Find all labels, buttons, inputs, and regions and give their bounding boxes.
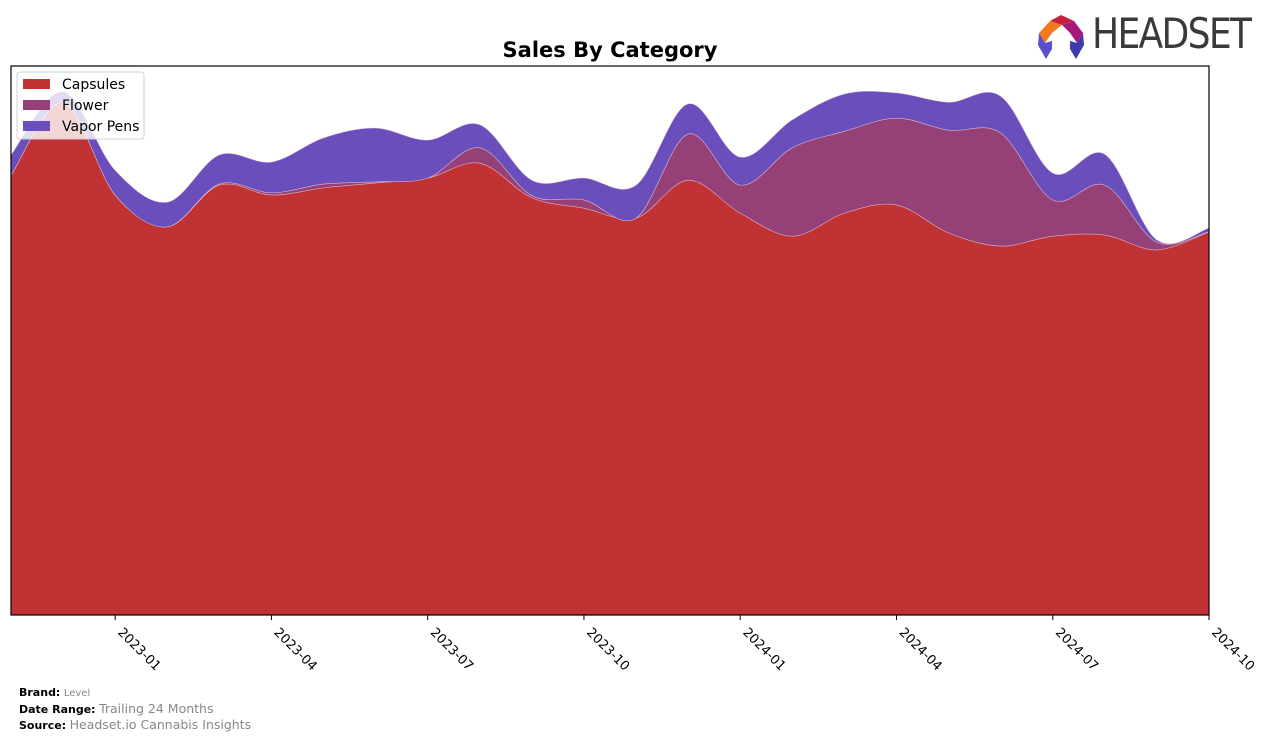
headset-logo-icon	[1038, 15, 1084, 59]
headset-logo: HEADSET	[1036, 9, 1264, 63]
date-range-label: Date Range:	[19, 703, 96, 716]
legend-label-capsules: Capsules	[62, 77, 125, 93]
legend-swatch-vapor-pens	[23, 121, 50, 131]
brand-value: Level	[63, 688, 91, 699]
chart-title: Sales By Category	[503, 38, 718, 62]
x-tick-label: 2024-07	[1052, 625, 1101, 674]
x-tick-label: 2023-04	[271, 625, 320, 674]
headset-wordmark: HEADSET	[1092, 9, 1252, 58]
x-tick-label: 2023-07	[427, 625, 476, 674]
legend-label-vapor-pens: Vapor Pens	[62, 119, 139, 135]
chart-footer: Brand: Level Date Range: Trailing 24 Mon…	[19, 685, 251, 733]
x-tick-label: 2024-01	[739, 625, 788, 674]
date-range-value: Trailing 24 Months	[99, 701, 214, 716]
legend-swatch-flower	[23, 100, 50, 110]
sales-by-category-chart: Sales By Category 2023-01 2023-04 2023-07 2…	[10, 38, 1257, 674]
x-axis: 2023-01 2023-04 2023-07 2023-10 2024-01 2024-…	[114, 615, 1257, 674]
source-label: Source:	[19, 719, 67, 732]
legend: Capsules Flower Vapor Pens	[16, 71, 145, 140]
x-tick-label: 2023-01	[114, 625, 163, 674]
footer-brand: Brand: Level	[19, 685, 251, 701]
x-tick-label: 2023-10	[583, 625, 632, 674]
legend-swatch-capsules	[23, 79, 50, 89]
x-tick-label: 2024-10	[1208, 625, 1257, 674]
footer-source: Source: Headset.io Cannabis Insights	[19, 717, 251, 733]
footer-date-range: Date Range: Trailing 24 Months	[19, 701, 251, 717]
brand-label: Brand:	[19, 686, 61, 699]
area-layers	[10, 90, 1210, 616]
source-value: Headset.io Cannabis Insights	[69, 717, 252, 732]
legend-label-flower: Flower	[62, 98, 109, 114]
x-tick-label: 2024-04	[896, 625, 945, 674]
